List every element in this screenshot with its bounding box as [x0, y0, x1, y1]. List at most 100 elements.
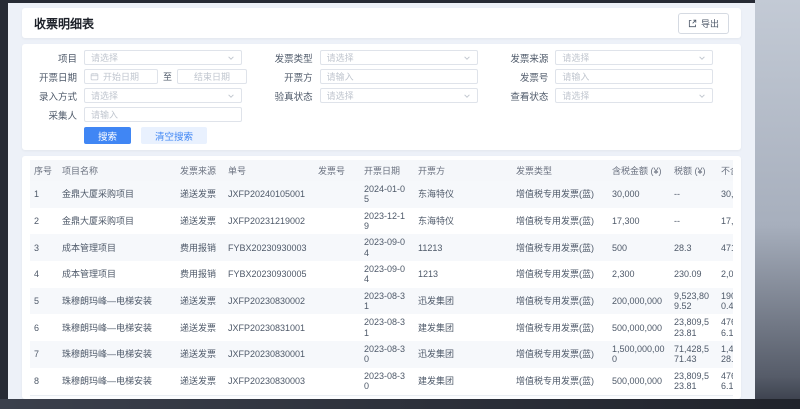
cell-invoice-date: 2023-08-30	[360, 368, 414, 395]
cell-invoice-source[interactable]: 递送发票	[176, 314, 224, 341]
table-row: 4成本管理项目费用报销FYBX202309300052023-09-041213…	[30, 261, 733, 288]
page-header: 收票明细表 导出	[22, 8, 741, 38]
cell-issuer: 建发集团	[414, 314, 512, 341]
cell-invoice-date: 2023-09-04	[360, 261, 414, 288]
cell-tax: 9,523,809.52	[670, 288, 717, 315]
table-row: 1金鼎大厦采购项目递送发票JXFP202401050012024-01-05东海…	[30, 181, 733, 208]
search-button[interactable]: 搜索	[84, 127, 131, 144]
field-invoice-no: 发票号	[499, 69, 735, 84]
entry-method-placeholder: 请选择	[91, 89, 118, 102]
cell-amount-excl-tax: 476,190,476.19	[717, 368, 733, 395]
invoice-source-select[interactable]: 请选择	[555, 50, 713, 65]
invoice-table: 序号项目名称发票来源单号发票号开票日期开票方发票类型含税金额 (¥)税额 (¥)…	[30, 160, 733, 395]
cell-order-no: JXFP20240105001	[224, 181, 314, 208]
table-row: 6珠穆朗玛峰—电梯安装递送发票JXFP202308310012023-08-31…	[30, 314, 733, 341]
invoice-source-placeholder: 请选择	[562, 51, 589, 64]
cell-order-no: FYBX20230930003	[224, 234, 314, 261]
field-issuer: 开票方	[264, 69, 500, 84]
issuer-label: 开票方	[264, 70, 320, 84]
table-row: 7珠穆朗玛峰—电梯安装递送发票JXFP202308300012023-08-30…	[30, 341, 733, 368]
cell-invoice-source[interactable]: 递送发票	[176, 288, 224, 315]
field-collector: 采集人	[28, 107, 264, 122]
filter-actions: 搜索 清空搜索	[28, 127, 735, 144]
invoice-source-label: 发票来源	[499, 51, 555, 65]
invoice-type-select[interactable]: 请选择	[320, 50, 478, 65]
cell-invoice-type: 增值税专用发票(蓝)	[512, 261, 608, 288]
entry-method-select[interactable]: 请选择	[84, 88, 242, 103]
cell-invoice-source[interactable]: 递送发票	[176, 208, 224, 235]
cell-order-no: JXFP20230831001	[224, 314, 314, 341]
cell-project-name: 珠穆朗玛峰—电梯安装	[58, 314, 176, 341]
cell-order-no: JXFP20230830001	[224, 341, 314, 368]
chevron-down-icon	[463, 54, 471, 62]
cell-index: 2	[30, 208, 58, 235]
view-status-label: 查看状态	[499, 89, 555, 103]
collector-input[interactable]	[84, 107, 242, 122]
issuer-input[interactable]	[320, 69, 478, 84]
project-select[interactable]: 请选择	[84, 50, 242, 65]
cell-invoice-type: 增值税专用发票(蓝)	[512, 181, 608, 208]
cell-amount-incl-tax: 30,000	[608, 181, 670, 208]
cell-project-name: 成本管理项目	[58, 261, 176, 288]
cell-invoice-type: 增值税专用发票(蓝)	[512, 341, 608, 368]
cell-amount-excl-tax: 471.7	[717, 234, 733, 261]
invoice-type-label: 发票类型	[264, 51, 320, 65]
export-button[interactable]: 导出	[678, 13, 729, 34]
cell-invoice-date: 2023-12-19	[360, 208, 414, 235]
chevron-down-icon	[698, 92, 706, 100]
cell-amount-incl-tax: 17,300	[608, 208, 670, 235]
invoice-table-card: 序号项目名称发票来源单号发票号开票日期开票方发票类型含税金额 (¥)税额 (¥)…	[22, 156, 741, 399]
cell-invoice-source[interactable]: 递送发票	[176, 341, 224, 368]
cell-invoice-type: 增值税专用发票(蓝)	[512, 368, 608, 395]
field-view-status: 查看状态 请选择	[499, 88, 735, 103]
cell-issuer: 11213	[414, 234, 512, 261]
cell-invoice-source[interactable]: 递送发票	[176, 181, 224, 208]
summary-row: 合计 含税总额(¥)：3,032,699,097.89 不含税总额(¥)：2,8…	[30, 395, 733, 400]
clear-search-button[interactable]: 清空搜索	[141, 127, 207, 144]
view-status-placeholder: 请选择	[562, 89, 589, 102]
cell-tax: 71,428,571.43	[670, 341, 717, 368]
date-end-input[interactable]: 结束日期	[177, 69, 247, 84]
cell-invoice-source[interactable]: 费用报销	[176, 234, 224, 261]
cell-order-no: FYBX20230930005	[224, 261, 314, 288]
cell-invoice-date: 2023-08-31	[360, 288, 414, 315]
chevron-down-icon	[227, 92, 235, 100]
cell-tax: --	[670, 181, 717, 208]
table-row: 8珠穆朗玛峰—电梯安装递送发票JXFP202308300032023-08-30…	[30, 368, 733, 395]
page-title: 收票明细表	[34, 15, 94, 32]
desktop-right-edge	[755, 0, 800, 409]
field-invoice-type: 发票类型 请选择	[264, 50, 500, 65]
cell-invoice-no	[314, 261, 360, 288]
collector-label: 采集人	[28, 108, 84, 122]
entry-method-label: 录入方式	[28, 89, 84, 103]
view-status-select[interactable]: 请选择	[555, 88, 713, 103]
cell-index: 1	[30, 181, 58, 208]
cell-invoice-source[interactable]: 递送发票	[176, 368, 224, 395]
chevron-down-icon	[227, 54, 235, 62]
cell-amount-incl-tax: 200,000,000	[608, 288, 670, 315]
invoice-no-input[interactable]	[555, 69, 713, 84]
app-window: 收票明细表 导出 项目 请选择 发票类型 请选择	[8, 3, 755, 399]
verify-status-select[interactable]: 请选择	[320, 88, 478, 103]
cell-project-name: 珠穆朗玛峰—电梯安装	[58, 341, 176, 368]
field-project: 项目 请选择	[28, 50, 264, 65]
date-start-input[interactable]: 开始日期	[84, 69, 158, 84]
export-icon	[688, 19, 697, 28]
table-body: 1金鼎大厦采购项目递送发票JXFP202401050012024-01-05东海…	[30, 181, 733, 395]
cell-invoice-no	[314, 368, 360, 395]
cell-amount-excl-tax: 2,069.91	[717, 261, 733, 288]
filter-panel: 项目 请选择 发票类型 请选择 发票来源 请选择	[22, 44, 741, 150]
field-verify-status: 验真状态 请选择	[264, 88, 500, 103]
cell-tax: 28.3	[670, 234, 717, 261]
invoice-no-label: 发票号	[499, 70, 555, 84]
invoice-type-placeholder: 请选择	[327, 51, 354, 64]
column-header-order-no: 单号	[224, 160, 314, 181]
table-scroll-area[interactable]: 序号项目名称发票来源单号发票号开票日期开票方发票类型含税金额 (¥)税额 (¥)…	[30, 160, 733, 395]
cell-invoice-source[interactable]: 费用报销	[176, 261, 224, 288]
column-header-tax: 税额 (¥)	[670, 160, 717, 181]
date-end-placeholder: 结束日期	[194, 70, 230, 83]
cell-invoice-no	[314, 234, 360, 261]
verify-status-placeholder: 请选择	[327, 89, 354, 102]
column-header-invoice-no: 发票号	[314, 160, 360, 181]
cell-amount-excl-tax: 30,000	[717, 181, 733, 208]
